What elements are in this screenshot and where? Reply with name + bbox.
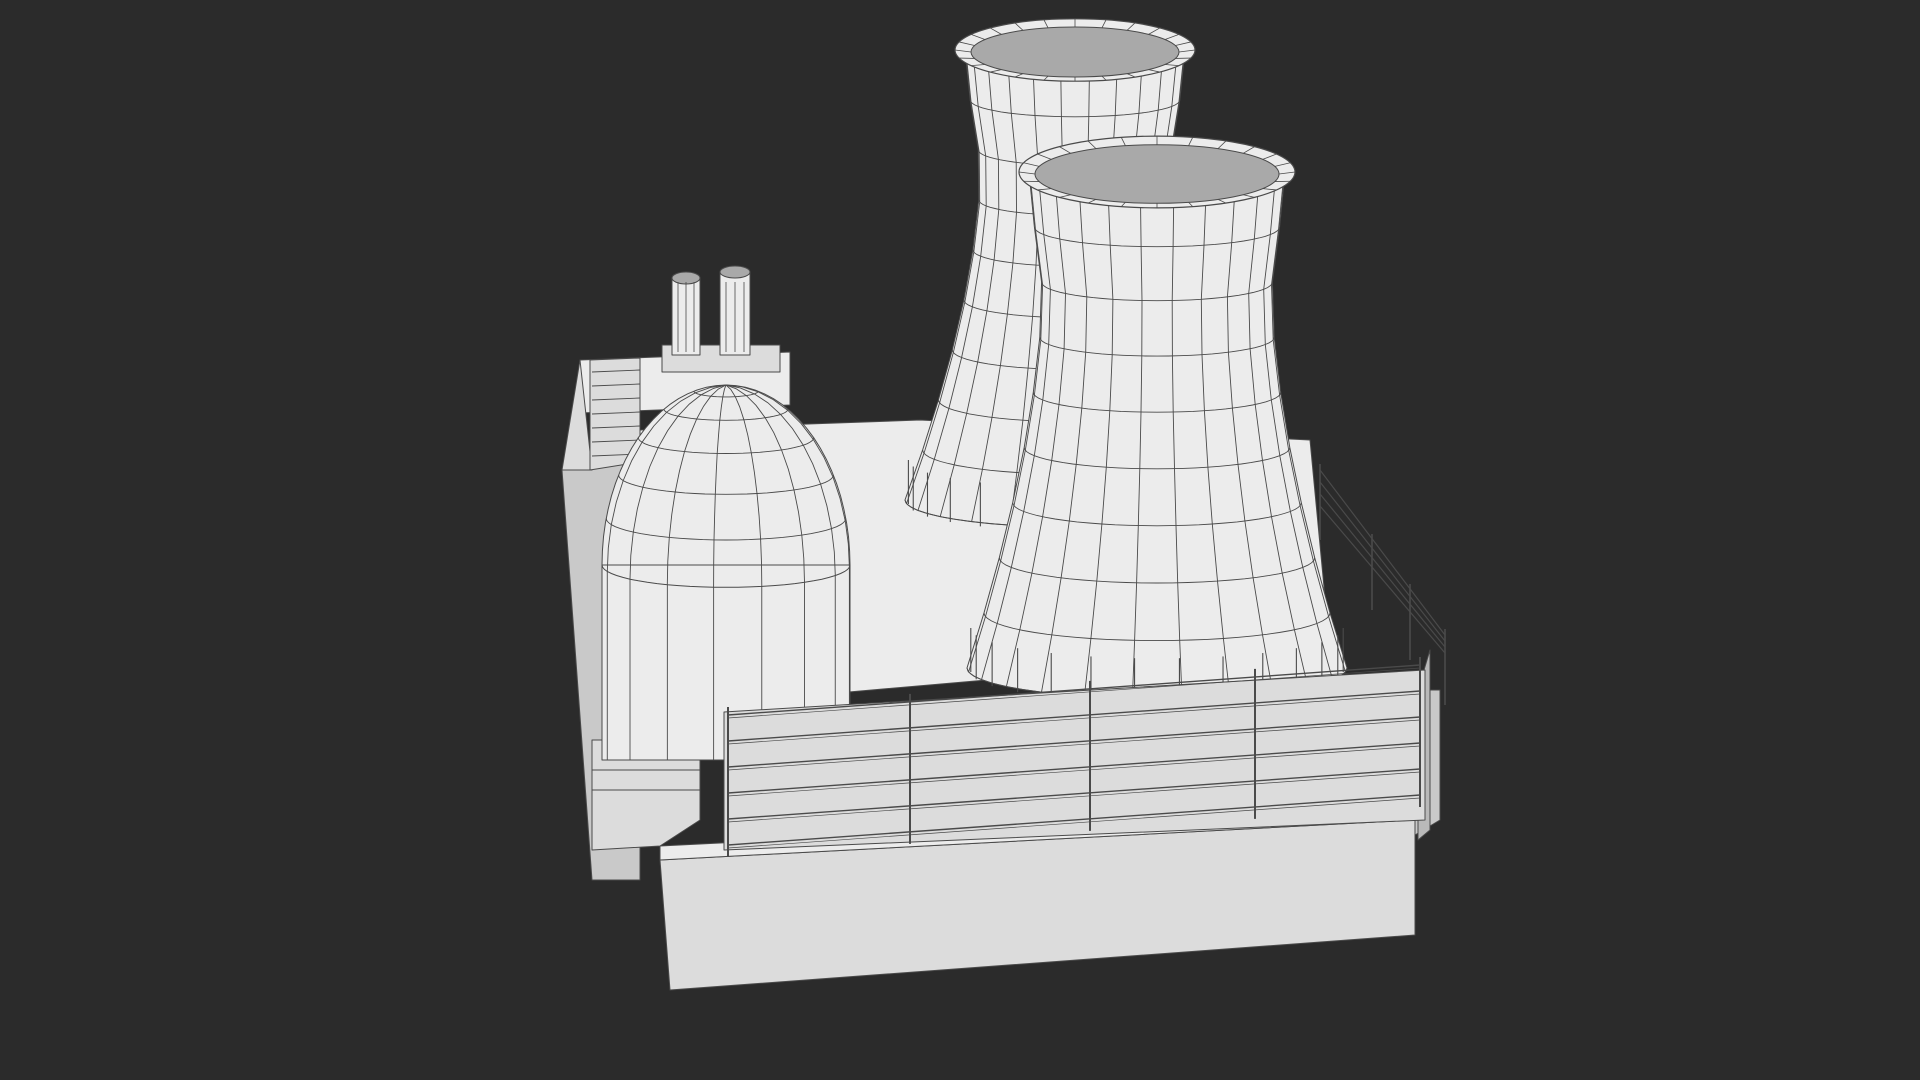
reactor-building [601, 384, 851, 761]
3d-viewport[interactable] [0, 0, 1920, 1080]
cooling-tower-back-inner-opening [970, 26, 1180, 78]
cooling-tower-front-inner-opening [1034, 144, 1280, 204]
power-plant-wireframe-render [0, 0, 1920, 1080]
chimney-right-opening [719, 265, 751, 279]
